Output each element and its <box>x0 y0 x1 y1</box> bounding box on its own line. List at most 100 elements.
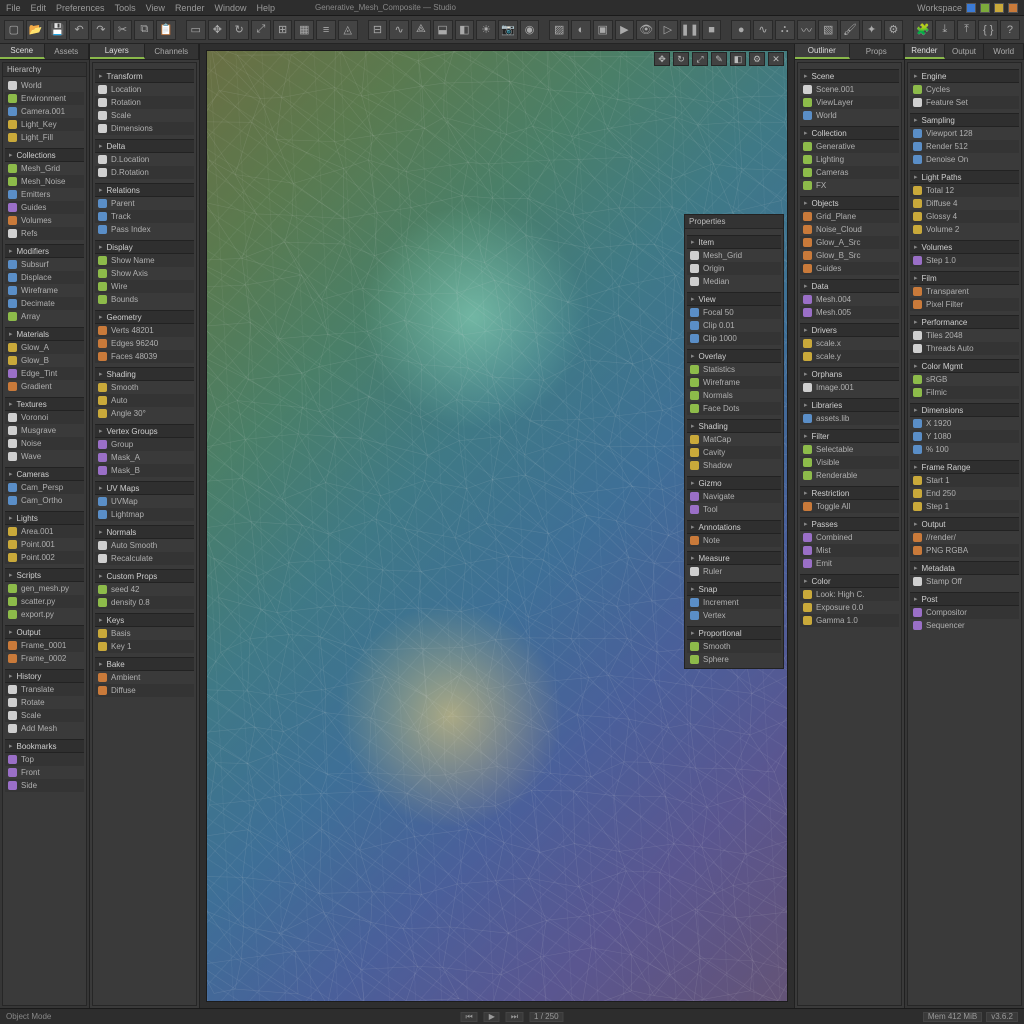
paste-button[interactable]: 📋 <box>156 20 176 40</box>
outliner-item[interactable]: scale.x <box>800 337 899 350</box>
render-section-output[interactable]: Output <box>910 517 1019 531</box>
outliner-section-collection[interactable]: Collection <box>800 126 899 140</box>
hierarchy-section-lights[interactable]: Lights <box>5 511 84 525</box>
hierarchy-section-materials[interactable]: Materials <box>5 327 84 341</box>
properties-section-transform[interactable]: Transform <box>95 69 194 83</box>
viewport-panel-item[interactable]: Face Dots <box>687 402 781 415</box>
viewport-panel-item[interactable]: Wireframe <box>687 376 781 389</box>
record-button[interactable]: ● <box>731 20 751 40</box>
render-section-metadata[interactable]: Metadata <box>910 561 1019 575</box>
outliner-item[interactable]: Visible <box>800 456 899 469</box>
render-tab-output[interactable]: Output <box>945 44 985 59</box>
properties-item[interactable]: density 0.8 <box>95 596 194 609</box>
export-button[interactable]: ⤓ <box>935 20 955 40</box>
hierarchy-item[interactable]: Mesh_Grid <box>5 162 84 175</box>
viewport-panel-item[interactable]: Sphere <box>687 653 781 666</box>
texture-button[interactable]: ▨ <box>549 20 569 40</box>
viewport-panel-section-annotations[interactable]: Annotations <box>687 520 781 534</box>
outliner-tab-outliner[interactable]: Outliner <box>795 44 850 59</box>
align-button[interactable]: ≡ <box>316 20 336 40</box>
properties-item[interactable]: Lightmap <box>95 508 194 521</box>
menu-render[interactable]: Render <box>175 3 205 13</box>
hierarchy-item[interactable]: Top <box>5 753 84 766</box>
hierarchy-item[interactable]: Side <box>5 779 84 792</box>
hierarchy-item[interactable]: Area.001 <box>5 525 84 538</box>
properties-item[interactable]: Location <box>95 83 194 96</box>
render-section-film[interactable]: Film <box>910 271 1019 285</box>
render-item[interactable]: Denoise On <box>910 153 1019 166</box>
render-item[interactable]: Transparent <box>910 285 1019 298</box>
render-item[interactable]: Feature Set <box>910 96 1019 109</box>
subdivide-button[interactable]: ⊟ <box>368 20 388 40</box>
outliner-item[interactable]: Lighting <box>800 153 899 166</box>
outliner-section-scene[interactable]: Scene <box>800 69 899 83</box>
properties-item[interactable]: Mask_B <box>95 464 194 477</box>
viewport-panel-item[interactable]: Origin <box>687 262 781 275</box>
outliner-item[interactable]: Noise_Cloud <box>800 223 899 236</box>
render-item[interactable]: Threads Auto <box>910 342 1019 355</box>
render-item[interactable]: Viewport 128 <box>910 127 1019 140</box>
hierarchy-item[interactable]: World <box>5 79 84 92</box>
hierarchy-section-textures[interactable]: Textures <box>5 397 84 411</box>
new-button[interactable]: ▢ <box>4 20 24 40</box>
render-item[interactable]: Volume 2 <box>910 223 1019 236</box>
outliner-item[interactable]: scale.y <box>800 350 899 363</box>
transport-2[interactable]: ⏭ <box>506 1012 523 1022</box>
outliner-item[interactable]: World <box>800 109 899 122</box>
hierarchy-item[interactable]: Front <box>5 766 84 779</box>
viewport-panel-section-view[interactable]: View <box>687 292 781 306</box>
hierarchy-item[interactable]: Noise <box>5 437 84 450</box>
grid-button[interactable]: ▦ <box>294 20 314 40</box>
hierarchy-tab-scene[interactable]: Scene <box>0 44 45 59</box>
viewport-panel-item[interactable]: Normals <box>687 389 781 402</box>
hierarchy-item[interactable]: Decimate <box>5 297 84 310</box>
outliner-item[interactable]: Mesh.004 <box>800 293 899 306</box>
outliner-item[interactable]: Guides <box>800 262 899 275</box>
viewport-panel-section-snap[interactable]: Snap <box>687 582 781 596</box>
properties-section-bake[interactable]: Bake <box>95 657 194 671</box>
hierarchy-item[interactable]: Add Mesh <box>5 722 84 735</box>
outliner-item[interactable]: ViewLayer <box>800 96 899 109</box>
properties-tab-layers[interactable]: Layers <box>90 44 145 59</box>
save-button[interactable]: 💾 <box>47 20 67 40</box>
render-item[interactable]: //render/ <box>910 531 1019 544</box>
render-tab-render[interactable]: Render <box>905 44 945 59</box>
viewport-panel-item[interactable]: Cavity <box>687 446 781 459</box>
hierarchy-item[interactable]: Scale <box>5 709 84 722</box>
render-item[interactable]: Pixel Filter <box>910 298 1019 311</box>
hierarchy-item[interactable]: Wave <box>5 450 84 463</box>
render-section-performance[interactable]: Performance <box>910 315 1019 329</box>
render-item[interactable]: % 100 <box>910 443 1019 456</box>
hierarchy-section-history[interactable]: History <box>5 669 84 683</box>
hierarchy-item[interactable]: Displace <box>5 271 84 284</box>
hierarchy-tab-assets[interactable]: Assets <box>45 44 90 59</box>
properties-section-geometry[interactable]: Geometry <box>95 310 194 324</box>
settings-button[interactable]: ⚙ <box>884 20 904 40</box>
layout-preset-3-icon[interactable] <box>994 3 1004 13</box>
select-button[interactable]: ▭ <box>186 20 206 40</box>
render-section-sampling[interactable]: Sampling <box>910 113 1019 127</box>
viewport-panel-item[interactable]: Clip 1000 <box>687 332 781 345</box>
properties-item[interactable]: Parent <box>95 197 194 210</box>
properties-section-delta[interactable]: Delta <box>95 139 194 153</box>
properties-item[interactable]: Bounds <box>95 293 194 306</box>
mesh-button[interactable]: ◬ <box>338 20 358 40</box>
render-item[interactable]: Step 1.0 <box>910 254 1019 267</box>
snap-button[interactable]: ⊞ <box>273 20 293 40</box>
bevel-button[interactable]: ◧ <box>455 20 475 40</box>
hierarchy-item[interactable]: Camera.001 <box>5 105 84 118</box>
outliner-item[interactable]: Grid_Plane <box>800 210 899 223</box>
properties-item[interactable]: D.Rotation <box>95 166 194 179</box>
viewport-panel-item[interactable]: Clip 0.01 <box>687 319 781 332</box>
properties-item[interactable]: Angle 30° <box>95 407 194 420</box>
render-item[interactable]: End 250 <box>910 487 1019 500</box>
render-item[interactable]: PNG RGBA <box>910 544 1019 557</box>
properties-item[interactable]: Group <box>95 438 194 451</box>
material-button[interactable]: ◉ <box>520 20 540 40</box>
outliner-section-data[interactable]: Data <box>800 279 899 293</box>
extrude-button[interactable]: ⬓ <box>433 20 453 40</box>
render-item[interactable]: Sequencer <box>910 619 1019 632</box>
hierarchy-item[interactable]: Cam_Persp <box>5 481 84 494</box>
properties-item[interactable]: Diffuse <box>95 684 194 697</box>
hierarchy-item[interactable]: Rotate <box>5 696 84 709</box>
